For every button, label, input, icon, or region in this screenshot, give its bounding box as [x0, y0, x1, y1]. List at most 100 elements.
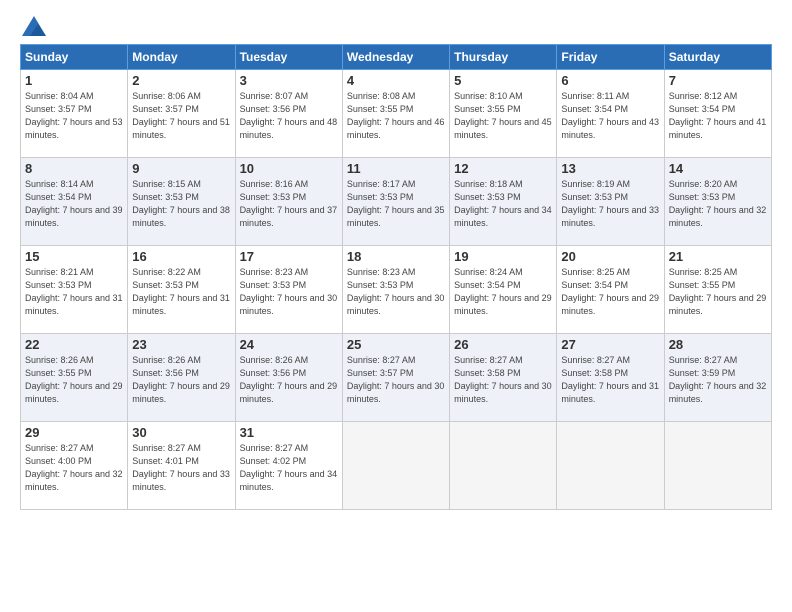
- day-info: Sunrise: 8:27 AMSunset: 4:02 PMDaylight:…: [240, 442, 338, 494]
- day-number: 5: [454, 73, 552, 88]
- day-number: 29: [25, 425, 123, 440]
- calendar-cell: 28 Sunrise: 8:27 AMSunset: 3:59 PMDayligh…: [664, 334, 771, 422]
- day-info: Sunrise: 8:14 AMSunset: 3:54 PMDaylight:…: [25, 178, 123, 230]
- calendar-cell: 26 Sunrise: 8:27 AMSunset: 3:58 PMDayligh…: [450, 334, 557, 422]
- day-number: 19: [454, 249, 552, 264]
- day-number: 21: [669, 249, 767, 264]
- day-number: 22: [25, 337, 123, 352]
- day-number: 7: [669, 73, 767, 88]
- day-info: Sunrise: 8:20 AMSunset: 3:53 PMDaylight:…: [669, 178, 767, 230]
- day-info: Sunrise: 8:18 AMSunset: 3:53 PMDaylight:…: [454, 178, 552, 230]
- col-header-friday: Friday: [557, 45, 664, 70]
- calendar-cell: 10 Sunrise: 8:16 AMSunset: 3:53 PMDayligh…: [235, 158, 342, 246]
- day-info: Sunrise: 8:27 AMSunset: 3:59 PMDaylight:…: [669, 354, 767, 406]
- day-number: 23: [132, 337, 230, 352]
- calendar-cell: 20 Sunrise: 8:25 AMSunset: 3:54 PMDayligh…: [557, 246, 664, 334]
- calendar-cell: [450, 422, 557, 510]
- day-info: Sunrise: 8:23 AMSunset: 3:53 PMDaylight:…: [347, 266, 445, 318]
- header: [20, 16, 772, 36]
- week-row-1: 1 Sunrise: 8:04 AMSunset: 3:57 PMDaylight…: [21, 70, 772, 158]
- day-number: 8: [25, 161, 123, 176]
- day-info: Sunrise: 8:27 AMSunset: 3:58 PMDaylight:…: [454, 354, 552, 406]
- day-info: Sunrise: 8:08 AMSunset: 3:55 PMDaylight:…: [347, 90, 445, 142]
- day-number: 24: [240, 337, 338, 352]
- col-header-thursday: Thursday: [450, 45, 557, 70]
- day-number: 25: [347, 337, 445, 352]
- week-row-3: 15 Sunrise: 8:21 AMSunset: 3:53 PMDayligh…: [21, 246, 772, 334]
- day-info: Sunrise: 8:04 AMSunset: 3:57 PMDaylight:…: [25, 90, 123, 142]
- day-info: Sunrise: 8:21 AMSunset: 3:53 PMDaylight:…: [25, 266, 123, 318]
- calendar-table: SundayMondayTuesdayWednesdayThursdayFrid…: [20, 44, 772, 510]
- calendar-cell: 27 Sunrise: 8:27 AMSunset: 3:58 PMDayligh…: [557, 334, 664, 422]
- day-number: 20: [561, 249, 659, 264]
- page: SundayMondayTuesdayWednesdayThursdayFrid…: [0, 0, 792, 612]
- calendar-cell: 19 Sunrise: 8:24 AMSunset: 3:54 PMDayligh…: [450, 246, 557, 334]
- calendar-cell: [557, 422, 664, 510]
- day-number: 12: [454, 161, 552, 176]
- col-header-wednesday: Wednesday: [342, 45, 449, 70]
- day-number: 27: [561, 337, 659, 352]
- day-info: Sunrise: 8:26 AMSunset: 3:56 PMDaylight:…: [240, 354, 338, 406]
- day-info: Sunrise: 8:16 AMSunset: 3:53 PMDaylight:…: [240, 178, 338, 230]
- day-info: Sunrise: 8:25 AMSunset: 3:55 PMDaylight:…: [669, 266, 767, 318]
- day-info: Sunrise: 8:15 AMSunset: 3:53 PMDaylight:…: [132, 178, 230, 230]
- calendar-cell: 14 Sunrise: 8:20 AMSunset: 3:53 PMDayligh…: [664, 158, 771, 246]
- calendar-cell: 5Sunrise: 8:10 AMSunset: 3:55 PMDaylight…: [450, 70, 557, 158]
- calendar-cell: 23 Sunrise: 8:26 AMSunset: 3:56 PMDayligh…: [128, 334, 235, 422]
- day-number: 14: [669, 161, 767, 176]
- day-info: Sunrise: 8:27 AMSunset: 3:58 PMDaylight:…: [561, 354, 659, 406]
- calendar-cell: 24 Sunrise: 8:26 AMSunset: 3:56 PMDayligh…: [235, 334, 342, 422]
- day-number: 15: [25, 249, 123, 264]
- logo-icon: [22, 16, 46, 36]
- col-header-sunday: Sunday: [21, 45, 128, 70]
- calendar-cell: 11Sunrise: 8:17 AMSunset: 3:53 PMDayligh…: [342, 158, 449, 246]
- week-row-2: 8 Sunrise: 8:14 AMSunset: 3:54 PMDaylight…: [21, 158, 772, 246]
- col-header-saturday: Saturday: [664, 45, 771, 70]
- calendar-cell: 22 Sunrise: 8:26 AMSunset: 3:55 PMDayligh…: [21, 334, 128, 422]
- calendar-cell: 17 Sunrise: 8:23 AMSunset: 3:53 PMDayligh…: [235, 246, 342, 334]
- calendar-cell: 4 Sunrise: 8:08 AMSunset: 3:55 PMDaylight…: [342, 70, 449, 158]
- calendar-cell: 29 Sunrise: 8:27 AMSunset: 4:00 PMDayligh…: [21, 422, 128, 510]
- day-info: Sunrise: 8:12 AMSunset: 3:54 PMDaylight:…: [669, 90, 767, 142]
- day-info: Sunrise: 8:17 AMSunset: 3:53 PMDaylight:…: [347, 178, 445, 230]
- calendar-cell: [342, 422, 449, 510]
- day-number: 6: [561, 73, 659, 88]
- calendar-cell: 9 Sunrise: 8:15 AMSunset: 3:53 PMDaylight…: [128, 158, 235, 246]
- day-info: Sunrise: 8:24 AMSunset: 3:54 PMDaylight:…: [454, 266, 552, 318]
- day-number: 17: [240, 249, 338, 264]
- day-info: Sunrise: 8:25 AMSunset: 3:54 PMDaylight:…: [561, 266, 659, 318]
- calendar-cell: 1 Sunrise: 8:04 AMSunset: 3:57 PMDaylight…: [21, 70, 128, 158]
- day-info: Sunrise: 8:27 AMSunset: 4:01 PMDaylight:…: [132, 442, 230, 494]
- day-number: 3: [240, 73, 338, 88]
- day-info: Sunrise: 8:11 AMSunset: 3:54 PMDaylight:…: [561, 90, 659, 142]
- week-row-4: 22 Sunrise: 8:26 AMSunset: 3:55 PMDayligh…: [21, 334, 772, 422]
- day-number: 30: [132, 425, 230, 440]
- calendar-cell: 18 Sunrise: 8:23 AMSunset: 3:53 PMDayligh…: [342, 246, 449, 334]
- calendar-cell: 25Sunrise: 8:27 AMSunset: 3:57 PMDayligh…: [342, 334, 449, 422]
- day-info: Sunrise: 8:26 AMSunset: 3:56 PMDaylight:…: [132, 354, 230, 406]
- week-row-5: 29 Sunrise: 8:27 AMSunset: 4:00 PMDayligh…: [21, 422, 772, 510]
- col-header-monday: Monday: [128, 45, 235, 70]
- calendar-cell: 3Sunrise: 8:07 AMSunset: 3:56 PMDaylight…: [235, 70, 342, 158]
- calendar-cell: 13Sunrise: 8:19 AMSunset: 3:53 PMDayligh…: [557, 158, 664, 246]
- day-number: 10: [240, 161, 338, 176]
- day-number: 18: [347, 249, 445, 264]
- day-info: Sunrise: 8:23 AMSunset: 3:53 PMDaylight:…: [240, 266, 338, 318]
- calendar-cell: 15 Sunrise: 8:21 AMSunset: 3:53 PMDayligh…: [21, 246, 128, 334]
- calendar-cell: 7 Sunrise: 8:12 AMSunset: 3:54 PMDaylight…: [664, 70, 771, 158]
- day-number: 9: [132, 161, 230, 176]
- day-info: Sunrise: 8:26 AMSunset: 3:55 PMDaylight:…: [25, 354, 123, 406]
- calendar-cell: 2Sunrise: 8:06 AMSunset: 3:57 PMDaylight…: [128, 70, 235, 158]
- day-number: 16: [132, 249, 230, 264]
- calendar-cell: 8 Sunrise: 8:14 AMSunset: 3:54 PMDaylight…: [21, 158, 128, 246]
- day-number: 1: [25, 73, 123, 88]
- day-number: 28: [669, 337, 767, 352]
- day-number: 2: [132, 73, 230, 88]
- calendar-cell: 16Sunrise: 8:22 AMSunset: 3:53 PMDayligh…: [128, 246, 235, 334]
- day-number: 26: [454, 337, 552, 352]
- calendar-cell: 21 Sunrise: 8:25 AMSunset: 3:55 PMDayligh…: [664, 246, 771, 334]
- day-number: 4: [347, 73, 445, 88]
- day-number: 13: [561, 161, 659, 176]
- calendar-cell: [664, 422, 771, 510]
- day-info: Sunrise: 8:27 AMSunset: 4:00 PMDaylight:…: [25, 442, 123, 494]
